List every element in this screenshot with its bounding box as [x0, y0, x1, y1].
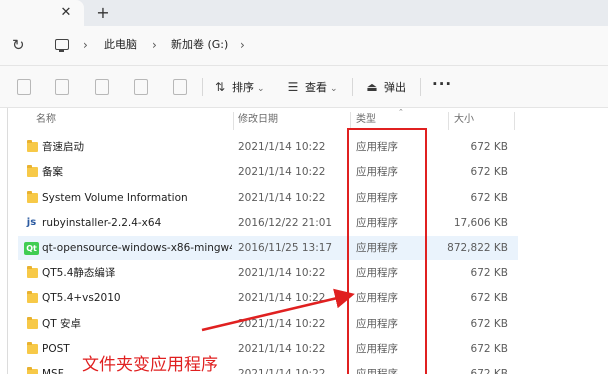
annotation-arrow-line [201, 288, 355, 332]
annotation-arrow [201, 288, 355, 332]
annotation-text: 文件夹变应用程序 [82, 355, 218, 374]
